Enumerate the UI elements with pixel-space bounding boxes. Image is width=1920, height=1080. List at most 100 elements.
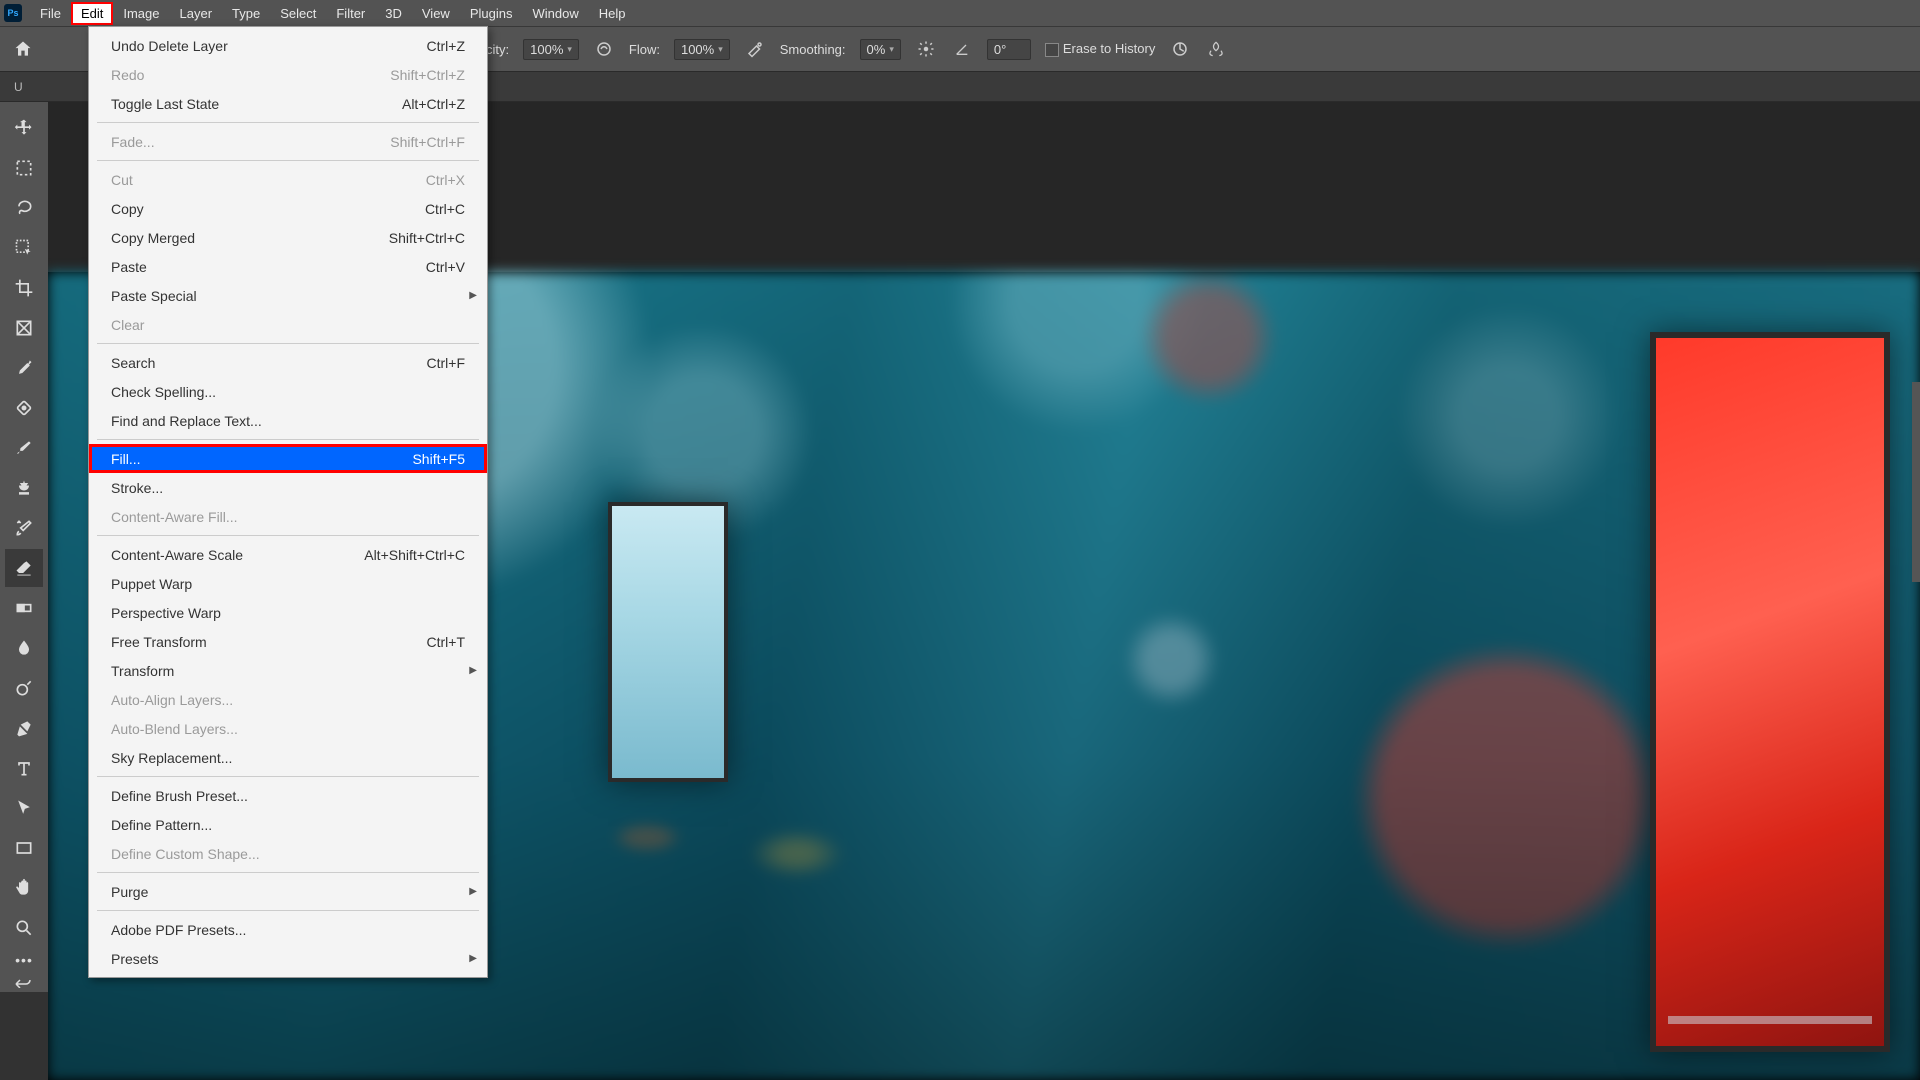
vertical-scrollbar[interactable] [1912,382,1920,582]
crop-tool[interactable] [5,269,43,307]
menu-item-search[interactable]: SearchCtrl+F [89,348,487,377]
menu-item-shortcut: Ctrl+C [425,201,465,217]
move-tool[interactable] [5,109,43,147]
menu-separator [97,343,479,344]
tools-panel: ••• [0,102,48,992]
menu-item-free-transform[interactable]: Free Transform Ctrl+T [89,627,487,656]
menu-item-label: Fade... [111,134,155,150]
symmetry-icon[interactable] [1205,38,1227,60]
menu-item-undo-delete-layer[interactable]: Undo Delete LayerCtrl+Z [89,31,487,60]
menu-item-shortcut: Alt+Ctrl+Z [402,96,465,112]
menu-item-shortcut: Ctrl+X [426,172,465,188]
menu-item-check-spelling[interactable]: Check Spelling... [89,377,487,406]
menu-item-toggle-last-state[interactable]: Toggle Last StateAlt+Ctrl+Z [89,89,487,118]
menu-item-transform[interactable]: Transform [89,656,487,685]
menu-item-shortcut: Ctrl+V [426,259,465,275]
clone-stamp-tool[interactable] [5,469,43,507]
frame-tool[interactable] [5,309,43,347]
menu-item-purge[interactable]: Purge [89,877,487,906]
gradient-tool[interactable] [5,589,43,627]
opacity-field[interactable]: 100%▾ [523,39,579,60]
menu-item-label: Define Pattern... [111,817,212,833]
menu-item-fill[interactable]: Fill...Shift+F5 [89,444,487,473]
smoothing-options-icon[interactable] [915,38,937,60]
menu-item-presets[interactable]: Presets [89,944,487,973]
menu-select[interactable]: Select [270,2,326,25]
menu-item-find-and-replace-text[interactable]: Find and Replace Text... [89,406,487,435]
eyedropper-tool[interactable] [5,349,43,387]
lasso-tool[interactable] [5,189,43,227]
menu-item-shortcut: Shift+Ctrl+Z [390,67,465,83]
menu-item-label: Check Spelling... [111,384,216,400]
angle-field[interactable]: 0° [987,39,1031,60]
menu-item-define-brush-preset[interactable]: Define Brush Preset... [89,781,487,810]
menu-item-label: Stroke... [111,480,163,496]
menu-item-label: Copy Merged [111,230,195,246]
menu-edit[interactable]: Edit [71,2,113,25]
marquee-tool[interactable] [5,149,43,187]
object-select-tool[interactable] [5,229,43,267]
airbrush-icon[interactable] [744,38,766,60]
path-select-tool[interactable] [5,789,43,827]
menu-image[interactable]: Image [113,2,169,25]
tablet-pressure-icon[interactable] [1169,38,1191,60]
menu-item-copy[interactable]: CopyCtrl+C [89,194,487,223]
menu-item-copy-merged[interactable]: Copy MergedShift+Ctrl+C [89,223,487,252]
menu-item-paste-special[interactable]: Paste Special [89,281,487,310]
menu-file[interactable]: File [30,2,71,25]
menu-item-stroke[interactable]: Stroke... [89,473,487,502]
chevron-down-icon: ▾ [889,44,894,55]
menu-item-shortcut: Ctrl+T [427,634,466,650]
spot-heal-tool[interactable] [5,389,43,427]
menu-item-label: Content-Aware Scale [111,547,243,563]
history-brush-tool[interactable] [5,509,43,547]
rectangle-tool[interactable] [5,829,43,867]
menu-item-define-pattern[interactable]: Define Pattern... [89,810,487,839]
menu-separator [97,776,479,777]
menu-item-paste[interactable]: PasteCtrl+V [89,252,487,281]
menu-item-redo: RedoShift+Ctrl+Z [89,60,487,89]
menu-item-label: Transform [111,663,174,679]
menu-filter[interactable]: Filter [326,2,375,25]
dodge-tool[interactable] [5,669,43,707]
flow-field[interactable]: 100%▾ [674,39,730,60]
menu-item-label: Content-Aware Fill... [111,509,238,525]
brush-tool[interactable] [5,429,43,467]
type-tool[interactable] [5,749,43,787]
edit-toolbar-icon[interactable]: ••• [15,948,33,972]
menu-type[interactable]: Type [222,2,270,25]
menu-item-content-aware-scale[interactable]: Content-Aware ScaleAlt+Shift+Ctrl+C [89,540,487,569]
menu-help[interactable]: Help [589,2,636,25]
menu-item-label: Find and Replace Text... [111,413,262,429]
menu-item-label: Free Transform [111,634,207,650]
hand-tool[interactable] [5,869,43,907]
smoothing-field[interactable]: 0%▾ [860,39,901,60]
document-tab[interactable]: U [0,74,37,100]
menu-item-puppet-warp[interactable]: Puppet Warp [89,569,487,598]
menu-item-perspective-warp[interactable]: Perspective Warp [89,598,487,627]
menu-3d[interactable]: 3D [375,2,412,25]
menu-separator [97,439,479,440]
erase-history-checkbox[interactable]: Erase to History [1045,41,1155,57]
menu-item-label: Define Custom Shape... [111,846,260,862]
menu-item-label: Auto-Align Layers... [111,692,233,708]
menu-item-label: Sky Replacement... [111,750,232,766]
menu-window[interactable]: Window [522,2,588,25]
menu-view[interactable]: View [412,2,460,25]
home-icon[interactable] [8,34,38,64]
menu-plugins[interactable]: Plugins [460,2,523,25]
eraser-tool[interactable] [5,549,43,587]
zoom-tool[interactable] [5,909,43,947]
menu-item-auto-align-layers: Auto-Align Layers... [89,685,487,714]
blur-tool[interactable] [5,629,43,667]
menu-item-shortcut: Shift+Ctrl+F [390,134,465,150]
menu-layer[interactable]: Layer [170,2,223,25]
menu-item-sky-replacement[interactable]: Sky Replacement... [89,743,487,772]
flow-label: Flow: [629,42,660,57]
pressure-opacity-icon[interactable] [593,38,615,60]
menu-item-adobe-pdf-presets[interactable]: Adobe PDF Presets... [89,915,487,944]
menu-item-shortcut: Ctrl+F [427,355,466,371]
pen-tool[interactable] [5,709,43,747]
menu-item-clear: Clear [89,310,487,339]
color-swap-icon[interactable] [5,972,43,992]
